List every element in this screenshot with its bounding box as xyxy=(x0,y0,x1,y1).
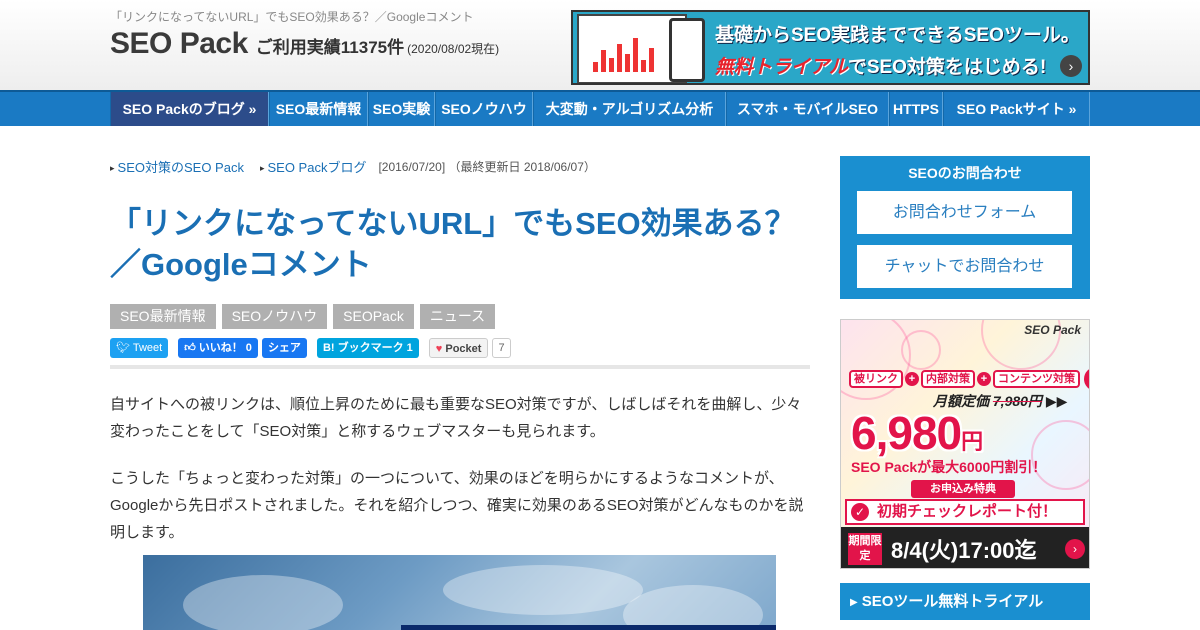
ad-deadline-bar: 期間限定 8/4(火)17:00迄 › xyxy=(841,527,1089,568)
banner-line2-rest: でSEO対策をはじめる! xyxy=(847,57,1047,78)
facebook-share-button[interactable]: シェア xyxy=(261,338,307,358)
hatena-bookmark-button[interactable]: B! ブックマーク 1 xyxy=(316,338,419,358)
header-tagline: 「リンクになってないURL」でもSEO効果ある？／Googleコメント xyxy=(110,10,474,24)
ad-deadline-date: 8/4(火)17:00迄 xyxy=(891,538,1037,563)
header-banner[interactable]: 基礎からSEO実践までできるSEOツール。 無料トライアルでSEO対策をはじめる… xyxy=(571,10,1090,85)
ad-pill-content: コンテンツ対策 xyxy=(993,370,1080,388)
tag-list: SEO最新情報 SEOノウハウ SEOPack ニュース xyxy=(110,304,496,329)
article-title: 「リンクになってないURL」でもSEO効果ある？／Googleコメント xyxy=(110,206,796,282)
ad-report: ✓ 初期チェックレポート付！ xyxy=(845,499,1085,525)
contact-form-button[interactable]: お問合わせフォーム xyxy=(857,191,1072,234)
nav-inner: SEO Packのブログ » SEO最新情報 SEO実験 SEOノウハウ 大変動… xyxy=(110,92,1090,126)
ad-logo: SEO Pack xyxy=(1024,323,1081,337)
arrow-right-icon: › xyxy=(1065,539,1085,559)
title-divider xyxy=(110,365,810,369)
nav-item-algorithm[interactable]: 大変動・アルゴリズム分析 xyxy=(533,92,726,126)
article-image xyxy=(143,555,776,630)
breadcrumb-blog[interactable]: SEO Packブログ xyxy=(260,157,366,176)
ad-badge-icon: ｶﾞ xyxy=(1084,367,1089,391)
twitter-bird-icon: 🐦︎ xyxy=(116,342,133,354)
plus-icon: + xyxy=(905,372,919,386)
share-buttons: 🐦︎ Tweet 👍︎ いいね！ 0 シェア B! ブックマーク 1 ♥ Poc… xyxy=(110,335,511,361)
nav-item-latest[interactable]: SEO最新情報 xyxy=(269,92,368,126)
contact-box: SEOのお問合わせ お問合わせフォーム チャットでお問合わせ xyxy=(840,156,1090,299)
tag-seo-knowhow[interactable]: SEOノウハウ xyxy=(221,304,328,329)
banner-bars xyxy=(593,38,654,72)
banner-line2: 無料トライアルでSEO対策をはじめる! xyxy=(715,52,1046,79)
main-nav: SEO Packのブログ » SEO最新情報 SEO実験 SEOノウハウ 大変動… xyxy=(0,90,1200,126)
ad-special-label: お申込み特典 xyxy=(911,480,1015,498)
thumbs-up-icon: 👍︎ xyxy=(184,342,199,354)
site-header: 「リンクになってないURL」でもSEO効果ある？／Googleコメント SEO … xyxy=(0,0,1200,90)
usage-count: ご利用実績11375件 xyxy=(255,38,405,57)
pocket-count: 7 xyxy=(492,338,511,358)
tag-seopack[interactable]: SEOPack xyxy=(333,304,414,329)
site-logo[interactable]: SEO Pack xyxy=(110,27,248,61)
usage-date: (2020/08/02現在) xyxy=(407,42,500,56)
chevron-right-icon: ▶ xyxy=(850,597,858,608)
pocket-icon: ♥ xyxy=(435,343,446,355)
ad-price: 6,980円 xyxy=(851,407,983,459)
ad-limited-label: 期間限定 xyxy=(848,533,882,565)
nav-item-knowhow[interactable]: SEOノウハウ xyxy=(435,92,533,126)
nav-item-mobile[interactable]: スマホ・モバイルSEO xyxy=(726,92,889,126)
banner-line1: 基礎からSEO実践までできるSEOツール。 xyxy=(715,25,1080,46)
ad-feature-pills: 被リンク + 内部対策 + コンテンツ対策 ｶﾞ xyxy=(849,367,1089,391)
breadcrumb: SEO対策のSEO Pack SEO Packブログ [2016/07/20] … xyxy=(110,157,596,176)
post-date: [2016/07/20] （最終更新日 2018/06/07） xyxy=(378,160,596,174)
contact-title: SEOのお問合わせ xyxy=(908,165,1022,181)
ad-discount: SEO Packが最大6000円割引！ xyxy=(851,459,1047,475)
chat-contact-button[interactable]: チャットでお問合わせ xyxy=(857,245,1072,288)
banner-arrow-icon: › xyxy=(1060,55,1082,77)
nav-item-site[interactable]: SEO Packサイト » xyxy=(943,92,1090,126)
ad-pill-backlink: 被リンク xyxy=(849,370,903,388)
ad-pill-internal: 内部対策 xyxy=(921,370,975,388)
article-paragraph: 自サイトへの被リンクは、順位上昇のために最も重要なSEO対策ですが、しばしばそれ… xyxy=(110,396,802,440)
nav-item-experiment[interactable]: SEO実験 xyxy=(368,92,435,126)
pocket-button[interactable]: ♥ Pocket xyxy=(428,338,489,358)
free-trial-link[interactable]: ▶ SEOツール無料トライアル xyxy=(840,583,1090,620)
facebook-like-button[interactable]: 👍︎ いいね！ 0 xyxy=(178,338,258,358)
campaign-ad-banner[interactable]: SEO Pack 被リンク + 内部対策 + コンテンツ対策 ｶﾞ 月額定価 7… xyxy=(840,319,1090,569)
tag-news[interactable]: ニュース xyxy=(419,304,496,329)
banner-phone xyxy=(669,18,705,82)
nav-item-blog[interactable]: SEO Packのブログ » xyxy=(110,92,269,126)
logo-row: SEO Pack ご利用実績11375件 (2020/08/02現在) xyxy=(110,27,499,61)
plus-icon: + xyxy=(977,372,991,386)
breadcrumb-home[interactable]: SEO対策のSEO Pack xyxy=(110,157,244,176)
check-icon: ✓ xyxy=(851,503,869,521)
tag-seo-latest[interactable]: SEO最新情報 xyxy=(110,304,216,329)
banner-free-trial: 無料トライアル xyxy=(715,57,848,78)
nav-item-https[interactable]: HTTPS xyxy=(889,92,943,126)
tweet-button[interactable]: 🐦︎ Tweet xyxy=(110,338,169,358)
article-paragraph: こうした「ちょっと変わった対策」の一つについて、効果のほどを明らかにするようなコ… xyxy=(110,470,804,541)
